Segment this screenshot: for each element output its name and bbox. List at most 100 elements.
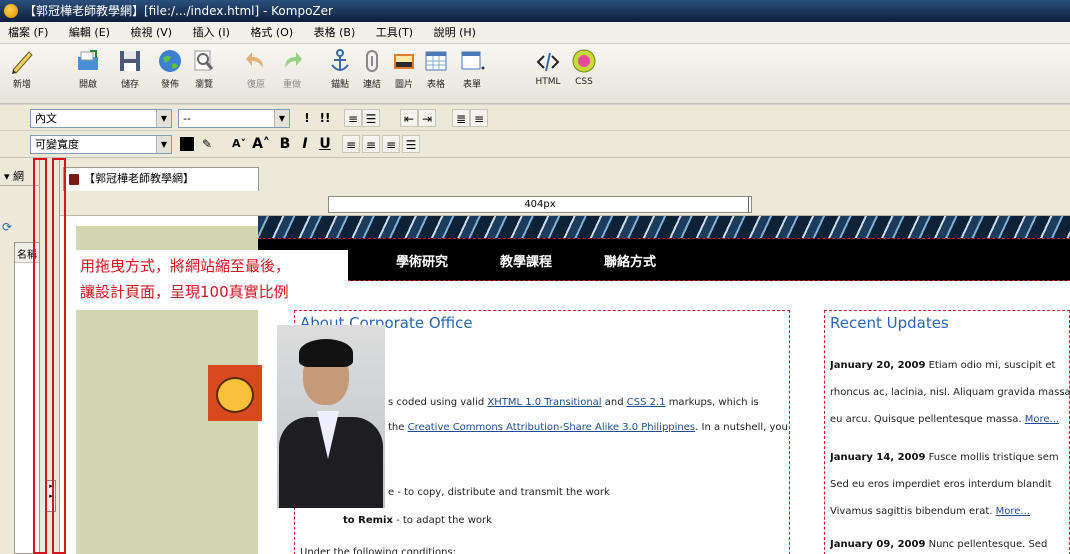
format-toolbar-2: 可變寬度 ▼ ✎ A˅ A˄ B I U ≡ ≡ ≡ ☰: [0, 131, 1070, 158]
xhtml-link[interactable]: XHTML 1.0 Transitional: [487, 397, 601, 408]
magnifier-icon: [194, 50, 214, 71]
table-label: 表格: [426, 80, 445, 90]
highlight-pen-icon[interactable]: ✎: [200, 135, 214, 153]
html-source-button[interactable]: HTML: [528, 48, 568, 87]
italic-button[interactable]: I: [298, 135, 312, 153]
form-button[interactable]: 表單: [452, 48, 492, 90]
ruler-end-marker[interactable]: [748, 196, 749, 213]
ruler-width-box[interactable]: 404px: [328, 196, 752, 213]
numbered-list-icon[interactable]: ≡: [344, 109, 362, 127]
undo-button[interactable]: 復原: [236, 48, 276, 90]
callout-line-1: 用拖曳方式，將網站縮至最後，: [80, 257, 291, 275]
image-label: 圖片: [394, 80, 413, 90]
paragraph-style-select[interactable]: 內文 ▼: [30, 109, 172, 128]
width-mode-select[interactable]: 可變寬度 ▼: [30, 135, 172, 154]
menu-format[interactable]: 格式 (O): [242, 22, 302, 44]
outdent-icon[interactable]: ⇤: [400, 109, 418, 127]
about-paragraph-1: s coded using valid XHTML 1.0 Transition…: [388, 396, 759, 410]
update-1-date: January 20, 2009: [830, 360, 926, 371]
strong-emphasis-button[interactable]: !!: [318, 109, 332, 127]
instruction-callout: 用拖曳方式，將網站縮至最後， 讓設計頁面，呈現100真實比例: [72, 250, 348, 310]
update-1-line-3: eu arcu. Quisque pellentesque massa.: [830, 414, 1025, 425]
chain-link-icon: [366, 50, 378, 72]
chevron-down-icon: ▼: [274, 110, 289, 127]
about-p1-and: and: [601, 397, 627, 408]
about-p1-b: markups, which is: [665, 397, 759, 408]
menu-view[interactable]: 檢視 (V): [122, 22, 181, 44]
css-button[interactable]: CSS: [564, 48, 604, 87]
update-2-more-link[interactable]: More...: [996, 506, 1030, 517]
menu-file[interactable]: 檔案 (F): [0, 22, 57, 44]
menu-insert[interactable]: 插入 (I): [185, 22, 239, 44]
menu-help[interactable]: 說明 (H): [426, 22, 485, 44]
new-button[interactable]: 新增: [2, 48, 42, 90]
about-paragraph-2: the Creative Commons Attribution-Share A…: [388, 421, 788, 435]
text-color-swatch[interactable]: [180, 137, 194, 151]
form-label: 表單: [462, 80, 481, 90]
ruler-width-label: 404px: [524, 199, 556, 210]
undo-arrow-icon: [246, 52, 263, 68]
font-smaller-icon[interactable]: A˅: [230, 135, 248, 153]
about-p2-b: . In a nutshell, you: [695, 422, 788, 433]
publish-label: 發佈: [160, 80, 179, 90]
menu-edit[interactable]: 編輯 (E): [61, 22, 119, 44]
format-toolbar-1: 內文 ▼ -- ▼ ! !! ≡ ☰ ⇤ ⇥ ≣ ≡: [0, 105, 1070, 131]
font-select-value: --: [183, 112, 191, 125]
definition-term-icon[interactable]: ≣: [452, 109, 470, 127]
site-banner-image: [258, 216, 1070, 238]
css-badge-icon: [572, 49, 596, 73]
anchor-icon: [331, 49, 349, 71]
bullet-list-icon[interactable]: ☰: [362, 109, 380, 127]
undo-label: 復原: [246, 80, 265, 90]
open-button[interactable]: 開啟: [68, 48, 108, 90]
bold-button[interactable]: B: [278, 135, 292, 153]
html-label: HTML: [535, 77, 561, 87]
align-justify-icon[interactable]: ☰: [402, 135, 420, 153]
redo-arrow-icon: [285, 52, 302, 68]
align-right-icon[interactable]: ≡: [382, 135, 400, 153]
menu-table[interactable]: 表格 (B): [306, 22, 365, 44]
menu-tools[interactable]: 工具(T): [368, 22, 422, 44]
teacher-portrait-photo: [277, 325, 385, 508]
align-left-icon[interactable]: ≡: [342, 135, 360, 153]
about-p2-a: the: [388, 422, 408, 433]
nav-item-courses[interactable]: 教學課程: [500, 251, 552, 270]
font-select[interactable]: -- ▼: [178, 109, 290, 128]
tab-index-document[interactable]: 【郭冠樺老師教學網】: [63, 167, 259, 191]
font-larger-icon[interactable]: A˄: [252, 135, 270, 153]
align-center-icon[interactable]: ≡: [362, 135, 380, 153]
definition-desc-icon[interactable]: ≡: [470, 109, 488, 127]
emphasis-button[interactable]: !: [302, 109, 312, 127]
css-label: CSS: [575, 77, 593, 87]
update-2-line-1: Fusce mollis tristique sem: [925, 452, 1059, 463]
menu-bar: 檔案 (F) 編輯 (E) 檢視 (V) 插入 (I) 格式 (O) 表格 (B…: [0, 22, 1070, 44]
nav-item-research[interactable]: 學術研究: [396, 251, 448, 270]
css-link[interactable]: CSS 2.1: [627, 397, 666, 408]
about-p1-a: s coded using valid: [388, 397, 488, 408]
nav-item-contact[interactable]: 聯絡方式: [604, 251, 656, 270]
site-manager-tab-label: 網: [13, 170, 25, 183]
update-entry-2: January 14, 2009 Fusce mollis tristique …: [830, 444, 1070, 525]
new-document-icon: [12, 51, 33, 74]
document-tab-bar: 【郭冠樺老師教學網】: [60, 158, 1070, 193]
callout-line-2: 讓設計頁面，呈現100真實比例: [80, 283, 289, 301]
open-label: 開啟: [78, 80, 97, 90]
update-2-line-3: Vivamus sagittis bibendum erat.: [830, 506, 996, 517]
width-mode-value: 可變寬度: [35, 138, 79, 151]
update-2-date: January 14, 2009: [830, 452, 926, 463]
page-icon: [69, 174, 79, 185]
indent-icon[interactable]: ⇥: [418, 109, 436, 127]
refresh-icon[interactable]: ⟳: [2, 220, 12, 234]
creative-commons-link[interactable]: Creative Commons Attribution-Share Alike…: [408, 422, 696, 433]
browse-button[interactable]: 瀏覽: [184, 48, 224, 90]
table-button[interactable]: 表格: [416, 48, 456, 90]
update-3-date: January 09, 2009: [830, 539, 926, 550]
redo-button[interactable]: 重做: [272, 48, 312, 90]
update-entry-3: January 09, 2009 Nunc pellentesque. Sed: [830, 538, 1070, 552]
save-button[interactable]: 儲存: [110, 48, 150, 90]
share-line: e - to copy, distribute and transmit the…: [388, 487, 610, 498]
underline-button[interactable]: U: [318, 135, 332, 153]
site-nav-bar: 介 學術研究 教學課程 聯絡方式: [258, 238, 1070, 281]
composition-toolbar: 新增 開啟 儲存 發佈 瀏覽 復原 重做 錨點 連結 圖片 表格 表單 HTML…: [0, 44, 1070, 104]
update-1-more-link[interactable]: More...: [1025, 414, 1059, 425]
